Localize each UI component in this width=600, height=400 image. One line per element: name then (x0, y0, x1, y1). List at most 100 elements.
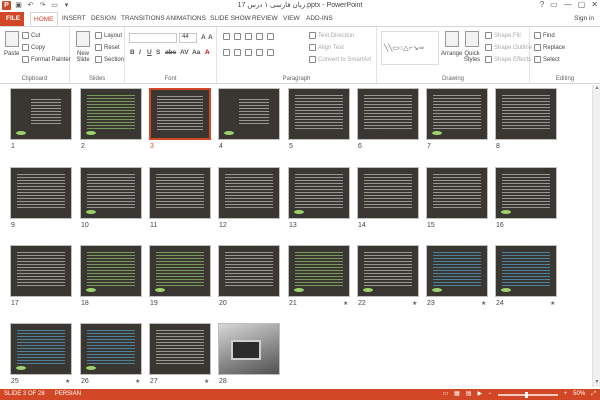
slide-thumbnail[interactable] (357, 167, 419, 219)
vertical-scrollbar[interactable]: ▲ ▼ (592, 85, 600, 387)
new-slide-button[interactable]: New Slide (73, 31, 93, 63)
zoom-slider-thumb[interactable] (524, 391, 528, 398)
minimize-icon[interactable]: — (564, 0, 572, 9)
slide-thumbnail[interactable] (149, 88, 211, 140)
align-center-icon[interactable] (234, 49, 241, 56)
underline-button[interactable]: U (147, 49, 152, 56)
slide-thumbnail[interactable] (149, 167, 211, 219)
slide-show-icon[interactable]: ▶ (478, 389, 483, 400)
slide-thumbnail[interactable] (288, 167, 350, 219)
tab-transitions[interactable]: TRANSITIONS (121, 12, 165, 26)
line-spacing-icon[interactable] (267, 33, 274, 40)
close-icon[interactable]: ✕ (591, 0, 598, 9)
slide-thumbnail[interactable] (288, 88, 350, 140)
convert-smartart-button[interactable]: Convert to SmartArt (309, 56, 371, 63)
shape-effects-button[interactable]: Shape Effects (485, 56, 531, 63)
slide-sorter-view-icon[interactable]: ▦ (454, 389, 460, 400)
tab-home[interactable]: HOME (30, 12, 58, 26)
character-spacing-button[interactable]: AV (180, 49, 189, 56)
shadow-button[interactable]: S (156, 49, 160, 56)
shapes-gallery[interactable]: ╲╲▭○△⌐↘⇨ (381, 31, 439, 65)
tab-view[interactable]: VIEW (283, 12, 300, 26)
animation-star-icon[interactable]: ★ (135, 378, 140, 385)
font-name-input[interactable] (129, 33, 177, 43)
slide-thumbnail[interactable] (357, 245, 419, 297)
tab-slide-show[interactable]: SLIDE SHOW (210, 12, 251, 26)
slide-thumbnail[interactable] (10, 245, 72, 297)
slide-thumbnail[interactable] (10, 167, 72, 219)
slide-thumbnail[interactable] (218, 245, 280, 297)
tab-animations[interactable]: ANIMATIONS (166, 12, 206, 26)
strikethrough-button[interactable]: abc (165, 49, 176, 56)
animation-star-icon[interactable]: ★ (65, 378, 70, 385)
tab-file[interactable]: FILE (0, 12, 24, 26)
slide-thumbnail[interactable] (80, 167, 142, 219)
slide-thumbnail[interactable] (218, 88, 280, 140)
slide-thumbnail[interactable] (149, 245, 211, 297)
ribbon-display-icon[interactable]: ▭ (550, 0, 558, 9)
columns-icon[interactable] (267, 49, 274, 56)
zoom-in-icon[interactable]: + (564, 389, 568, 400)
slide-thumbnail[interactable] (80, 245, 142, 297)
zoom-slider[interactable] (497, 391, 558, 398)
replace-button[interactable]: Replace (534, 44, 565, 51)
slide-thumbnail[interactable] (357, 88, 419, 140)
zoom-out-icon[interactable]: − (488, 389, 492, 400)
select-button[interactable]: Select (534, 56, 560, 63)
animation-star-icon[interactable]: ★ (343, 300, 348, 307)
slide-thumbnail[interactable] (149, 323, 211, 375)
animation-star-icon[interactable]: ★ (550, 300, 555, 307)
italic-button[interactable]: I (139, 49, 141, 56)
slide-thumbnail[interactable] (495, 88, 557, 140)
tab-review[interactable]: REVIEW (252, 12, 278, 26)
quick-styles-button[interactable]: Quick Styles (463, 31, 481, 63)
shrink-font-icon[interactable]: A (208, 34, 213, 41)
align-text-button[interactable]: Align Text (309, 44, 344, 51)
animation-star-icon[interactable]: ★ (204, 378, 209, 385)
increase-indent-icon[interactable] (256, 33, 263, 40)
slide-thumbnail[interactable] (80, 88, 142, 140)
tab-add-ins[interactable]: ADD-INS (306, 12, 333, 26)
arrange-button[interactable]: Arrange (441, 31, 462, 57)
slide-thumbnail[interactable] (80, 323, 142, 375)
bullets-icon[interactable] (223, 33, 230, 40)
reading-view-icon[interactable]: ▤ (466, 389, 472, 400)
section-button[interactable]: Section (95, 56, 124, 63)
slide-thumbnail[interactable] (10, 88, 72, 140)
layout-button[interactable]: Layout (95, 32, 122, 39)
slide-thumbnail[interactable] (288, 245, 350, 297)
justify-icon[interactable] (256, 49, 263, 56)
language-indicator[interactable]: PERSIAN (55, 389, 81, 400)
paste-button[interactable]: Paste (4, 31, 19, 57)
tab-design[interactable]: DESIGN (91, 12, 116, 26)
scroll-down-icon[interactable]: ▼ (593, 379, 600, 387)
zoom-level[interactable]: 50% (573, 389, 585, 400)
cut-button[interactable]: Cut (22, 32, 40, 39)
text-direction-button[interactable]: Text Direction (309, 32, 354, 39)
format-painter-button[interactable]: Format Painter (22, 56, 71, 63)
maximize-icon[interactable]: ▢ (578, 0, 586, 9)
sign-in-link[interactable]: Sign in (574, 12, 594, 26)
slide-thumbnail[interactable] (495, 245, 557, 297)
copy-button[interactable]: Copy (22, 44, 45, 51)
tab-insert[interactable]: INSERT (62, 12, 86, 26)
animation-star-icon[interactable]: ★ (481, 300, 486, 307)
align-right-icon[interactable] (245, 49, 252, 56)
shape-outline-button[interactable]: Shape Outline (485, 44, 532, 51)
align-left-icon[interactable] (223, 49, 230, 56)
slide-thumbnail[interactable] (218, 167, 280, 219)
slide-thumbnail[interactable] (495, 167, 557, 219)
numbering-icon[interactable] (234, 33, 241, 40)
slide-thumbnail[interactable] (218, 323, 280, 375)
font-size-input[interactable]: 44 (179, 33, 197, 43)
slide-thumbnail[interactable] (426, 88, 488, 140)
reset-button[interactable]: Reset (95, 44, 120, 51)
decrease-indent-icon[interactable] (245, 33, 252, 40)
grow-font-icon[interactable]: A (201, 34, 206, 41)
scroll-up-icon[interactable]: ▲ (593, 85, 600, 93)
fit-to-window-icon[interactable]: ⤢ (591, 389, 596, 400)
help-icon[interactable]: ? (540, 0, 544, 9)
font-color-button[interactable]: A (205, 49, 210, 56)
slide-thumbnail[interactable] (10, 323, 72, 375)
shape-fill-button[interactable]: Shape Fill (485, 32, 521, 39)
